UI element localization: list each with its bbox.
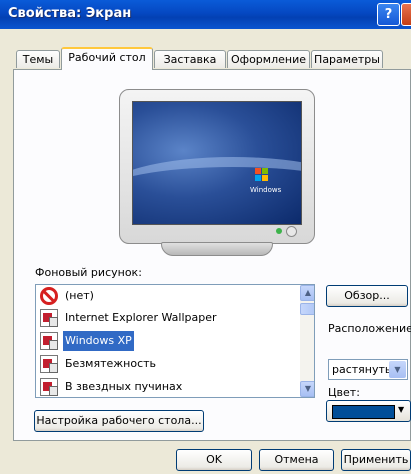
list-scrollbar[interactable]: ▲ ▼: [300, 285, 314, 397]
monitor-preview: Windows: [119, 89, 315, 244]
chevron-down-icon[interactable]: ▼: [389, 361, 406, 378]
windows-logo-icon: [255, 168, 269, 186]
position-value: растянуть: [332, 363, 392, 376]
tab-desktop[interactable]: Рабочий стол: [61, 47, 153, 70]
list-item[interactable]: В звездных пучинах: [38, 377, 296, 397]
browse-button[interactable]: Обзор...: [326, 285, 408, 307]
tab-appearance[interactable]: Оформление: [227, 50, 310, 68]
title-bar[interactable]: Свойства: Экран ?: [0, 0, 411, 29]
position-label: Расположение:: [328, 322, 411, 335]
scroll-thumb[interactable]: [300, 303, 314, 315]
picture-icon: [40, 332, 58, 350]
help-button[interactable]: ?: [377, 3, 400, 26]
picture-icon: [40, 378, 58, 396]
list-item[interactable]: Безмятежность: [38, 354, 296, 374]
list-item[interactable]: Windows XP: [38, 331, 296, 351]
color-label: Цвет:: [328, 386, 360, 399]
list-item[interactable]: Internet Explorer Wallpaper: [38, 308, 296, 328]
cancel-button[interactable]: Отмена: [259, 449, 334, 471]
picture-icon: [40, 309, 58, 327]
power-led-icon: [276, 228, 282, 234]
ok-button[interactable]: OK: [176, 449, 252, 471]
windows-logo-text: Windows: [250, 186, 282, 194]
close-button[interactable]: [401, 3, 411, 26]
picture-icon: [40, 355, 58, 373]
power-button-icon: [286, 226, 297, 237]
scroll-down-icon[interactable]: ▼: [300, 381, 314, 397]
scroll-up-icon[interactable]: ▲: [300, 285, 314, 301]
none-icon: [40, 287, 58, 305]
dropdown-arrow-icon: ▼: [398, 405, 405, 414]
tab-screensaver[interactable]: Заставка: [154, 50, 226, 68]
wallpaper-preview: Windows: [132, 101, 302, 225]
color-swatch: [332, 405, 395, 419]
background-label: Фоновый рисунок:: [35, 266, 142, 279]
customize-desktop-button[interactable]: Настройка рабочего стола...: [34, 410, 204, 432]
tab-themes[interactable]: Темы: [16, 50, 60, 68]
tab-settings[interactable]: Параметры: [311, 50, 383, 68]
apply-button[interactable]: Применить: [341, 449, 411, 471]
list-item[interactable]: (нет): [38, 286, 296, 306]
background-list[interactable]: (нет) Internet Explorer Wallpaper Window…: [35, 284, 315, 398]
window-title: Свойства: Экран: [8, 6, 132, 21]
color-picker-button[interactable]: ▼: [326, 400, 411, 422]
position-select[interactable]: растянуть ▼: [328, 359, 408, 380]
monitor-stand: [161, 242, 273, 256]
